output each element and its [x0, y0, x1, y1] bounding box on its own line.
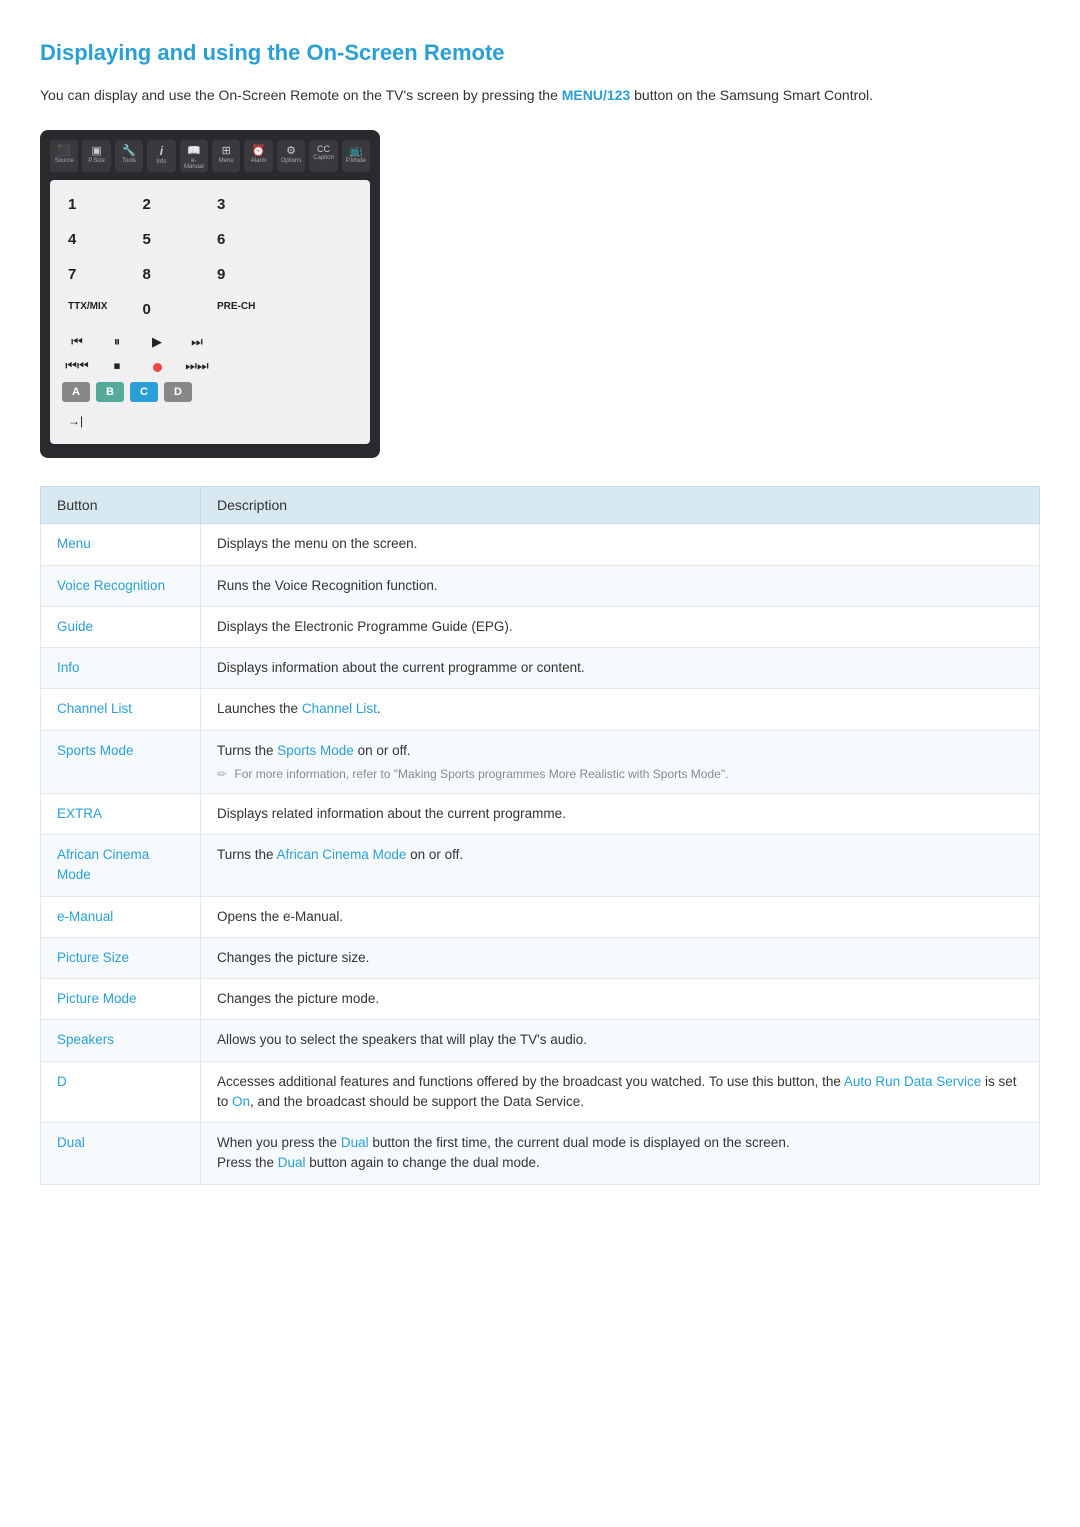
remote-diagram: ⬛Source ▣P.Size 🔧Tools iInfo 📖e-Manual ⊞…: [40, 130, 380, 458]
remote-image-area: ⬛Source ▣P.Size 🔧Tools iInfo 📖e-Manual ⊞…: [40, 130, 1040, 458]
play-icon: ▶: [142, 334, 172, 350]
remote-numpad-grid: 1 2 3 4 5 6 7 8 9 TTX/MIX 0 PRE-CH: [62, 188, 358, 326]
menu-icon-btn: ⊞Menu: [212, 140, 240, 172]
desc-extra: Displays related information about the c…: [201, 793, 1040, 834]
num-empty-3: [286, 258, 359, 291]
button-african-cinema-mode: African Cinema Mode: [41, 835, 201, 897]
desc-picture-mode: Changes the picture mode.: [201, 979, 1040, 1020]
num-6: 6: [211, 223, 284, 256]
desc-menu: Displays the menu on the screen.: [201, 524, 1040, 565]
desc-guide: Displays the Electronic Programme Guide …: [201, 606, 1040, 647]
num-empty-1: [286, 188, 359, 221]
psize-icon-btn: ▣P.Size: [82, 140, 110, 172]
button-menu: Menu: [41, 524, 201, 565]
btn-a: A: [62, 382, 90, 402]
table-row: EXTRA Displays related information about…: [41, 793, 1040, 834]
button-sports-mode: Sports Mode: [41, 730, 201, 793]
num-ttxmix: TTX/MIX: [62, 293, 135, 326]
num-9: 9: [211, 258, 284, 291]
arrow-row: →|: [62, 406, 358, 436]
table-row: Channel List Launches the Channel List.: [41, 689, 1040, 730]
skip-back-icon: ⏮⏮: [62, 358, 92, 374]
num-8: 8: [137, 258, 210, 291]
skip-fwd-icon: ⏭⏭: [182, 358, 212, 374]
desc-voice-recognition: Runs the Voice Recognition function.: [201, 565, 1040, 606]
table-row: D Accesses additional features and funct…: [41, 1061, 1040, 1123]
btn-c: C: [130, 382, 158, 402]
num-0: 0: [137, 293, 210, 326]
button-picture-mode: Picture Mode: [41, 979, 201, 1020]
table-row: Menu Displays the menu on the screen.: [41, 524, 1040, 565]
num-3: 3: [211, 188, 284, 221]
table-header-button: Button: [41, 487, 201, 524]
num-1: 1: [62, 188, 135, 221]
num-4: 4: [62, 223, 135, 256]
remote-icon-bar: ⬛Source ▣P.Size 🔧Tools iInfo 📖e-Manual ⊞…: [50, 140, 370, 172]
num-2: 2: [137, 188, 210, 221]
button-guide: Guide: [41, 606, 201, 647]
num-empty-4: [286, 293, 359, 326]
fast-forward-icon: ⏭: [182, 334, 212, 350]
button-info: Info: [41, 648, 201, 689]
desc-emanual: Opens the e-Manual.: [201, 896, 1040, 937]
button-d: D: [41, 1061, 201, 1123]
source-icon-btn: ⬛Source: [50, 140, 78, 172]
table-row: Picture Mode Changes the picture mode.: [41, 979, 1040, 1020]
record-icon: [142, 359, 172, 374]
button-description-table: Button Description Menu Displays the men…: [40, 486, 1040, 1184]
remote-numpad-area: 1 2 3 4 5 6 7 8 9 TTX/MIX 0 PRE-CH ⏮ ⏸: [50, 180, 370, 444]
intro-text: You can display and use the On-Screen Re…: [40, 84, 1040, 106]
page-title: Displaying and using the On-Screen Remot…: [40, 40, 1040, 66]
desc-channel-list: Launches the Channel List.: [201, 689, 1040, 730]
button-dual: Dual: [41, 1123, 201, 1185]
transport-row-2: ⏮⏮ ⏹ ⏭⏭: [62, 354, 358, 378]
tab-arrow-icon: →|: [62, 410, 89, 432]
desc-african-cinema-mode: Turns the African Cinema Mode on or off.: [201, 835, 1040, 897]
pmode-icon-btn: 📺P.Mode: [342, 140, 370, 172]
caption-icon-btn: CCCaption: [309, 140, 337, 172]
table-row: Dual When you press the Dual button the …: [41, 1123, 1040, 1185]
transport-row-1: ⏮ ⏸ ▶ ⏭: [62, 330, 358, 354]
alarm-icon-btn: ⏰Alarm: [244, 140, 272, 172]
rewind-icon: ⏮: [62, 334, 92, 350]
btn-d: D: [164, 382, 192, 402]
num-5: 5: [137, 223, 210, 256]
table-row: Guide Displays the Electronic Programme …: [41, 606, 1040, 647]
table-row: Speakers Allows you to select the speake…: [41, 1020, 1040, 1061]
desc-speakers: Allows you to select the speakers that w…: [201, 1020, 1040, 1061]
table-row: African Cinema Mode Turns the African Ci…: [41, 835, 1040, 897]
button-channel-list: Channel List: [41, 689, 201, 730]
color-buttons-row: A B C D: [62, 378, 358, 406]
table-header-description: Description: [201, 487, 1040, 524]
button-extra: EXTRA: [41, 793, 201, 834]
stop-icon: ⏹: [102, 358, 132, 374]
tools-icon-btn: 🔧Tools: [115, 140, 143, 172]
desc-picture-size: Changes the picture size.: [201, 937, 1040, 978]
button-picture-size: Picture Size: [41, 937, 201, 978]
num-empty-2: [286, 223, 359, 256]
pause-icon: ⏸: [102, 334, 132, 350]
info-icon-btn: iInfo: [147, 140, 175, 172]
table-row: e-Manual Opens the e-Manual.: [41, 896, 1040, 937]
options-icon-btn: ⚙Options: [277, 140, 305, 172]
table-row: Sports Mode Turns the Sports Mode on or …: [41, 730, 1040, 793]
num-prech: PRE-CH: [211, 293, 284, 326]
button-speakers: Speakers: [41, 1020, 201, 1061]
desc-d: Accesses additional features and functio…: [201, 1061, 1040, 1123]
button-emanual: e-Manual: [41, 896, 201, 937]
btn-b: B: [96, 382, 124, 402]
button-voice-recognition: Voice Recognition: [41, 565, 201, 606]
desc-dual: When you press the Dual button the first…: [201, 1123, 1040, 1185]
desc-sports-mode: Turns the Sports Mode on or off. ✏ For m…: [201, 730, 1040, 793]
table-row: Voice Recognition Runs the Voice Recogni…: [41, 565, 1040, 606]
emanual-icon-btn: 📖e-Manual: [180, 140, 208, 172]
num-7: 7: [62, 258, 135, 291]
table-row: Picture Size Changes the picture size.: [41, 937, 1040, 978]
table-row: Info Displays information about the curr…: [41, 648, 1040, 689]
desc-info: Displays information about the current p…: [201, 648, 1040, 689]
